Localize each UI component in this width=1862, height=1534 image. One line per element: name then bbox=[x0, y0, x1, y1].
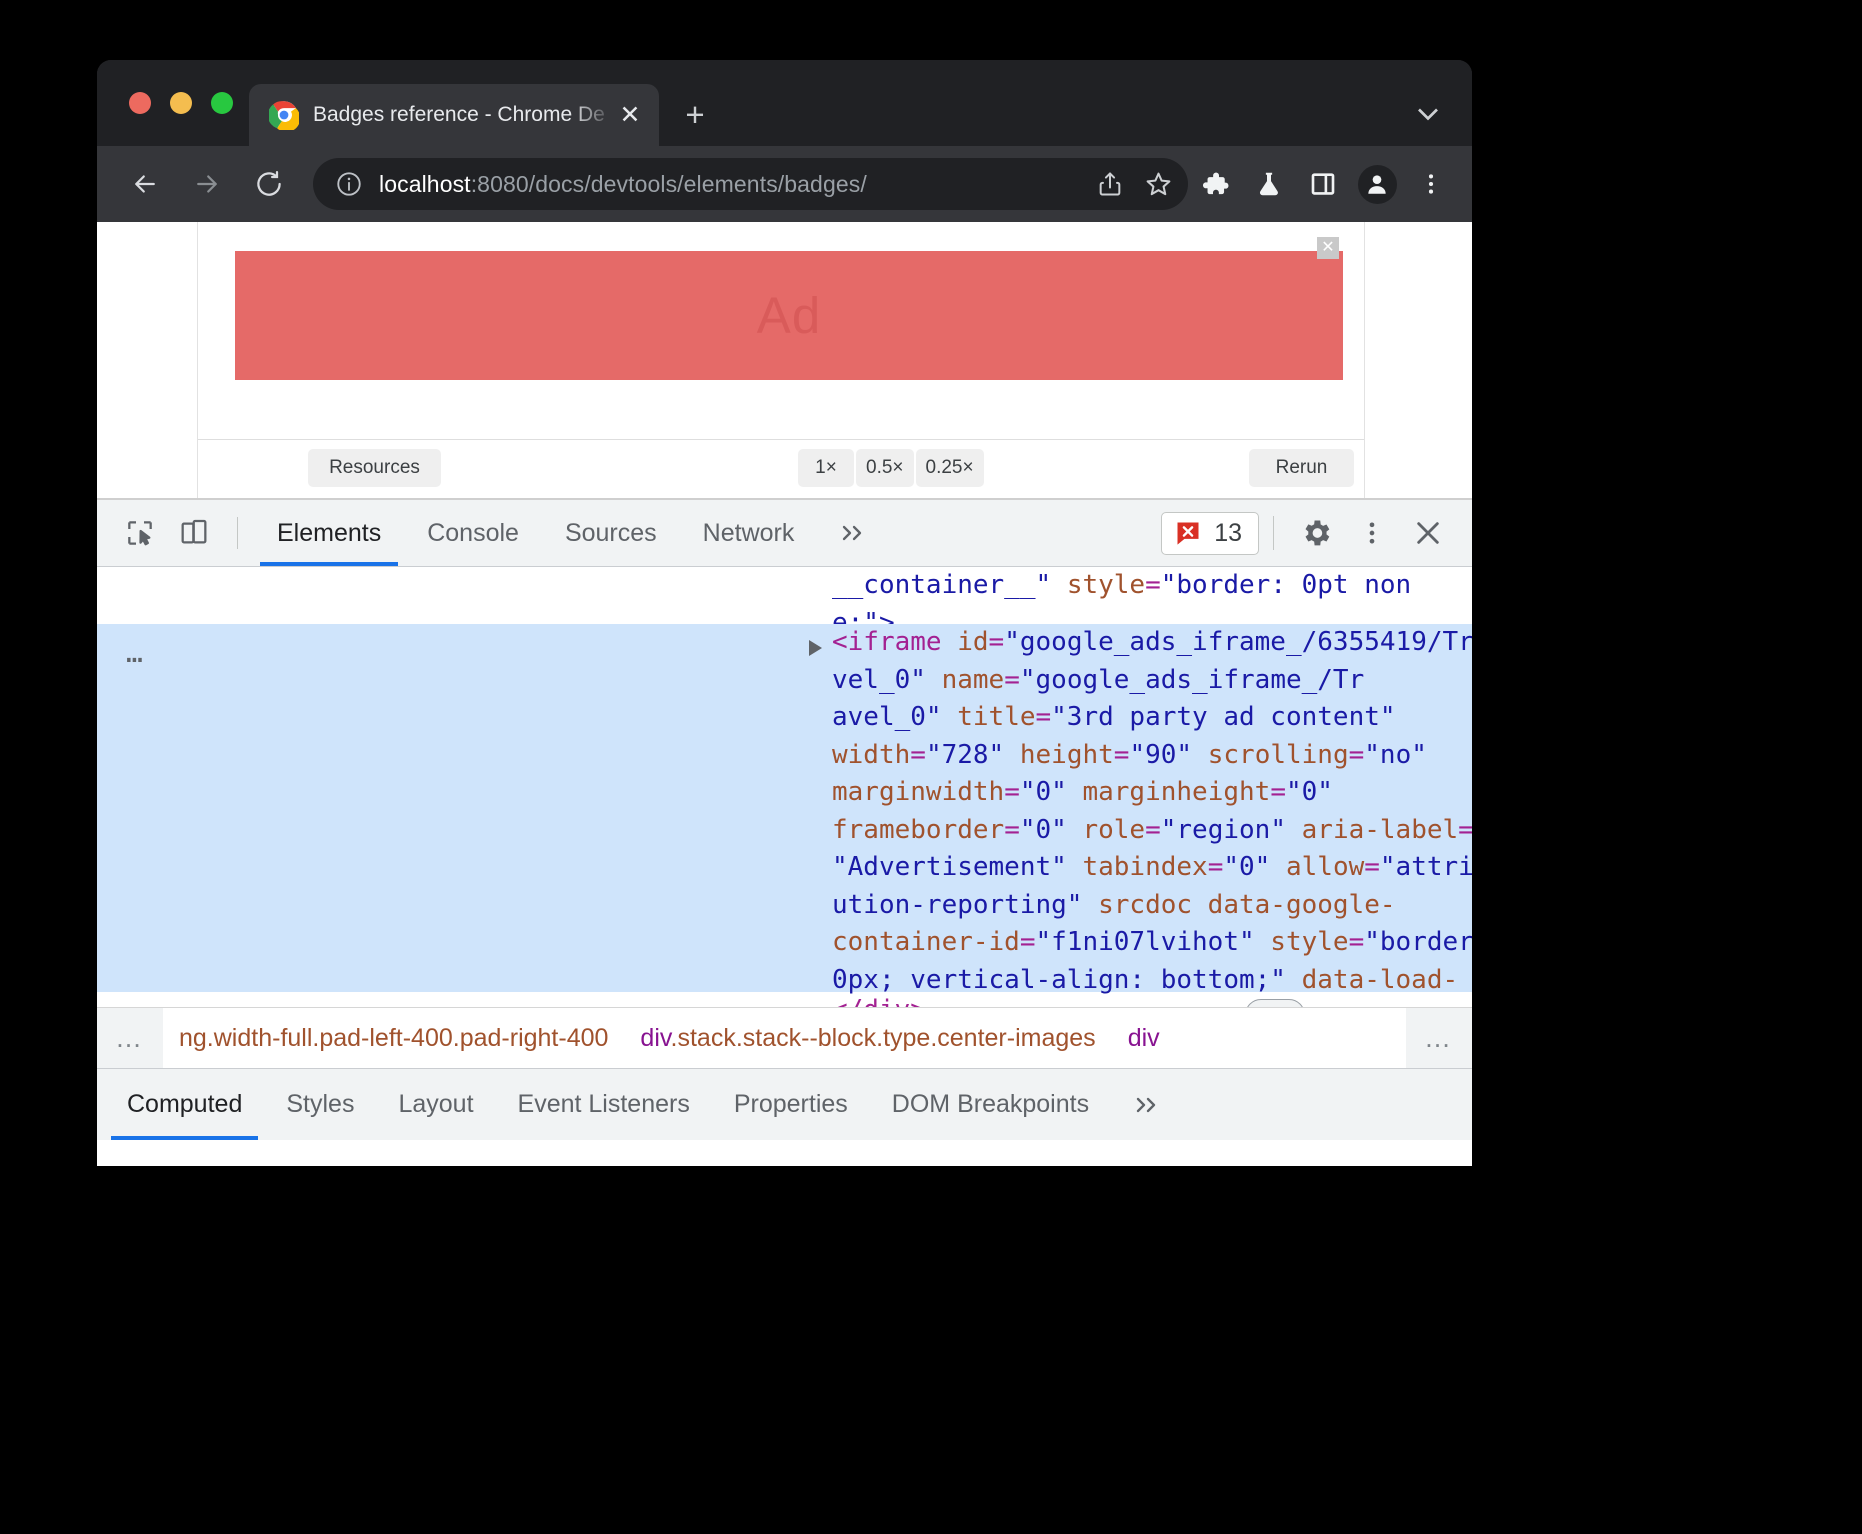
back-arrow-icon[interactable] bbox=[119, 158, 171, 210]
breadcrumb: … ng.width-full.pad-left-400.pad-right-4… bbox=[97, 1007, 1472, 1068]
breadcrumb-overflow-left[interactable]: … bbox=[97, 1008, 163, 1068]
puzzle-piece-icon[interactable] bbox=[1188, 157, 1242, 211]
tab-close-icon[interactable]: ✕ bbox=[615, 100, 645, 130]
star-icon[interactable] bbox=[1136, 162, 1180, 206]
maximize-window-button[interactable] bbox=[211, 92, 233, 114]
toolbar-divider bbox=[237, 517, 238, 549]
resources-button[interactable]: Resources bbox=[308, 449, 441, 487]
rerun-button[interactable]: Rerun bbox=[1249, 449, 1354, 487]
breadcrumb-item-2-classes: .stack.stack--block.type.center-images bbox=[671, 1024, 1096, 1052]
zoom-0.25x-button[interactable]: 0.25× bbox=[916, 449, 984, 487]
node-tag-open: <iframe bbox=[832, 627, 942, 657]
expand-triangle-icon[interactable] bbox=[809, 640, 822, 656]
tab-console[interactable]: Console bbox=[404, 500, 542, 566]
close-window-button[interactable] bbox=[129, 92, 151, 114]
tab-title: Badges reference - Chrome De bbox=[313, 103, 615, 127]
reload-icon[interactable] bbox=[243, 158, 295, 210]
devtools-toolbar: Elements Console Sources Network bbox=[97, 500, 1472, 567]
devtools-tab-bar: Elements Console Sources Network bbox=[254, 500, 817, 566]
double-chevron-right-icon[interactable] bbox=[817, 520, 885, 546]
devtools-panel: Elements Console Sources Network bbox=[97, 498, 1472, 1166]
tab-strip: Badges reference - Chrome De ✕ + bbox=[97, 60, 1472, 146]
toolbar-divider-right bbox=[1273, 516, 1274, 550]
zoom-button-group: 1× 0.5× 0.25× bbox=[798, 449, 984, 487]
breadcrumb-item-1[interactable]: ng.width-full.pad-left-400.pad-right-400 bbox=[163, 1024, 624, 1053]
page-viewport: Ad ✕ Resources 1× 0.5× 0.25× Rerun bbox=[97, 222, 1472, 498]
error-count-badge[interactable]: 13 bbox=[1161, 512, 1259, 555]
partial-attr-value: __container__" bbox=[832, 570, 1051, 600]
window-traffic-lights bbox=[129, 92, 233, 114]
chevron-down-icon[interactable] bbox=[1410, 96, 1446, 132]
share-icon[interactable] bbox=[1088, 162, 1132, 206]
close-devtools-icon[interactable] bbox=[1400, 505, 1456, 561]
chrome-logo-icon bbox=[269, 100, 299, 130]
ad-label: Ad bbox=[757, 286, 821, 345]
screenshot-root: Badges reference - Chrome De ✕ + bbox=[0, 0, 1862, 1534]
dom-node-markup: <iframe id="google_ads_iframe_/6355419/T… bbox=[832, 624, 1472, 1007]
browser-action-icons bbox=[1188, 157, 1458, 211]
tab-dom-breakpoints[interactable]: DOM Breakpoints bbox=[870, 1069, 1111, 1140]
new-tab-button[interactable]: + bbox=[675, 96, 715, 136]
address-bar[interactable]: localhost:8080/docs/devtools/elements/ba… bbox=[313, 158, 1188, 210]
dom-tree[interactable]: __container__" style="border: 0pt none;"… bbox=[97, 567, 1472, 1007]
devtools-sidebar-tabs: Computed Styles Layout Event Listeners P… bbox=[97, 1068, 1472, 1140]
partial-attr-name: style bbox=[1067, 570, 1145, 600]
side-panel-icon[interactable] bbox=[1296, 157, 1350, 211]
page-content: Ad ✕ Resources 1× 0.5× 0.25× Rerun bbox=[197, 222, 1365, 498]
page-footer-toolbar: Resources 1× 0.5× 0.25× Rerun bbox=[198, 439, 1364, 498]
breadcrumb-overflow-right[interactable]: … bbox=[1406, 1008, 1472, 1068]
zoom-1x-button[interactable]: 1× bbox=[798, 449, 854, 487]
dom-context-dots[interactable]: … bbox=[126, 634, 145, 672]
dom-selected-node[interactable]: … <iframe id="google_ads_iframe_/6355419… bbox=[97, 624, 1472, 992]
info-circle-icon[interactable] bbox=[335, 170, 363, 198]
forward-arrow-icon[interactable] bbox=[181, 158, 233, 210]
tab-sources[interactable]: Sources bbox=[542, 500, 680, 566]
inspect-cursor-icon[interactable] bbox=[113, 506, 167, 560]
tab-elements[interactable]: Elements bbox=[254, 500, 404, 566]
url-text: localhost:8080/docs/devtools/elements/ba… bbox=[379, 171, 1084, 198]
ad-banner: Ad ✕ bbox=[235, 251, 1343, 380]
error-x-icon bbox=[1174, 519, 1202, 547]
breadcrumb-item-2[interactable]: div.stack.stack--block.type.center-image… bbox=[624, 1024, 1111, 1053]
error-count: 13 bbox=[1214, 519, 1242, 548]
minimize-window-button[interactable] bbox=[170, 92, 192, 114]
browser-window: Badges reference - Chrome De ✕ + bbox=[97, 60, 1472, 1166]
url-path: :8080/docs/devtools/elements/badges/ bbox=[471, 171, 867, 197]
tab-computed[interactable]: Computed bbox=[105, 1069, 264, 1140]
dom-partial-line: __container__" style="border: 0pt none;"… bbox=[97, 567, 1472, 624]
tab-event-listeners[interactable]: Event Listeners bbox=[496, 1069, 712, 1140]
breadcrumb-item-3[interactable]: div bbox=[1112, 1024, 1176, 1053]
three-dot-vertical-icon[interactable] bbox=[1344, 505, 1400, 561]
three-dot-menu-icon[interactable] bbox=[1404, 157, 1458, 211]
gear-icon[interactable] bbox=[1288, 505, 1344, 561]
person-avatar-icon[interactable] bbox=[1350, 157, 1404, 211]
url-host: localhost bbox=[379, 171, 471, 197]
flask-icon[interactable] bbox=[1242, 157, 1296, 211]
device-toggle-icon[interactable] bbox=[167, 506, 221, 560]
tab-network[interactable]: Network bbox=[680, 500, 818, 566]
browser-tab[interactable]: Badges reference - Chrome De ✕ bbox=[249, 84, 659, 146]
dom-closing-div: </div> bbox=[832, 992, 926, 1007]
tab-properties[interactable]: Properties bbox=[712, 1069, 870, 1140]
ad-close-icon[interactable]: ✕ bbox=[1317, 237, 1339, 259]
tab-styles[interactable]: Styles bbox=[264, 1069, 376, 1140]
devtools-toolbar-right: 13 bbox=[1161, 505, 1472, 561]
browser-toolbar: localhost:8080/docs/devtools/elements/ba… bbox=[97, 146, 1472, 222]
ad-badge[interactable]: ad bbox=[1245, 999, 1305, 1007]
zoom-0.5x-button[interactable]: 0.5× bbox=[856, 449, 914, 487]
double-chevron-right-icon-bottom[interactable] bbox=[1111, 1069, 1179, 1140]
breadcrumb-item-2-tag: div bbox=[640, 1024, 670, 1052]
tab-layout[interactable]: Layout bbox=[376, 1069, 495, 1140]
